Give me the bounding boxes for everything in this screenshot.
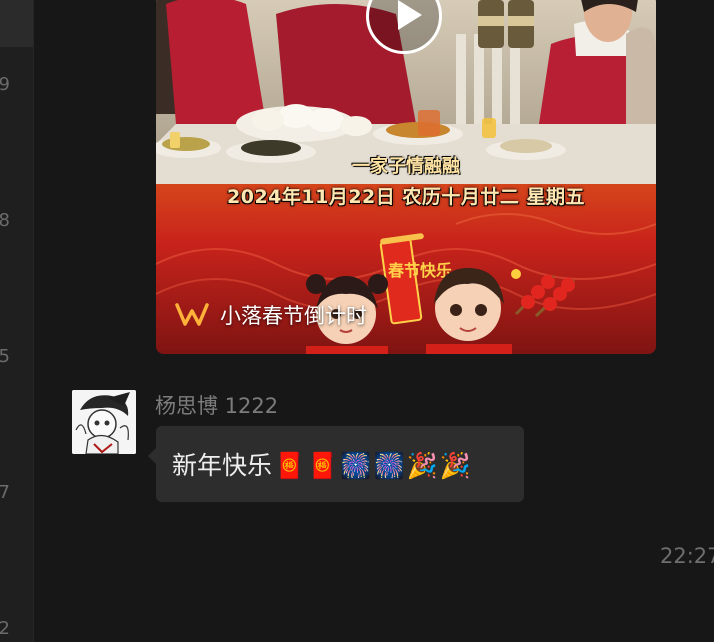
video-date-line: 2024年11月22日 农历十月廿二 星期五 <box>227 186 585 208</box>
rail-label: 8 <box>0 210 10 231</box>
video-message-card[interactable]: 春节快乐 一家子情融融 2024年11月22日 农历十月廿二 星期五 小落春节倒… <box>156 0 656 354</box>
red-envelope-emoji: 🧧 <box>274 451 306 480</box>
video-source[interactable]: 小落春节倒计时 <box>174 300 367 330</box>
channels-icon <box>175 303 209 326</box>
red-envelope-emoji: 🧧 <box>307 451 339 480</box>
fireworks-emoji: 🎆 <box>373 451 405 480</box>
message-text: 新年快乐🧧🧧🎆🎆🎉🎉 <box>172 446 471 482</box>
play-icon <box>398 0 422 30</box>
rail-label: 7 <box>0 482 10 503</box>
active-chat-indicator[interactable] <box>0 0 33 47</box>
video-subtitle: 一家子情融融 <box>352 156 460 177</box>
rail-label: 5 <box>0 346 10 367</box>
rail-label: 2 <box>0 618 10 639</box>
rail-label: 9 <box>0 74 10 95</box>
message-content: 新年快乐 <box>172 451 273 480</box>
left-rail: 9 8 5 7 2 <box>0 0 34 642</box>
sender-name: 杨思博 1222 <box>155 394 279 418</box>
avatar[interactable] <box>72 390 136 454</box>
chat-panel: 春节快乐 一家子情融融 2024年11月22日 农历十月廿二 星期五 小落春节倒… <box>34 0 714 642</box>
video-source-name: 小落春节倒计时 <box>220 304 367 328</box>
avatar-illustration <box>72 390 136 454</box>
message-bubble[interactable]: 新年快乐🧧🧧🎆🎆🎉🎉 <box>148 426 524 502</box>
banner-text: 春节快乐 <box>387 261 452 280</box>
party-popper-emoji: 🎉 <box>406 451 438 480</box>
message-timestamp: 22:27 <box>660 544 714 568</box>
party-popper-emoji: 🎉 <box>439 451 471 480</box>
fireworks-emoji: 🎆 <box>340 451 372 480</box>
